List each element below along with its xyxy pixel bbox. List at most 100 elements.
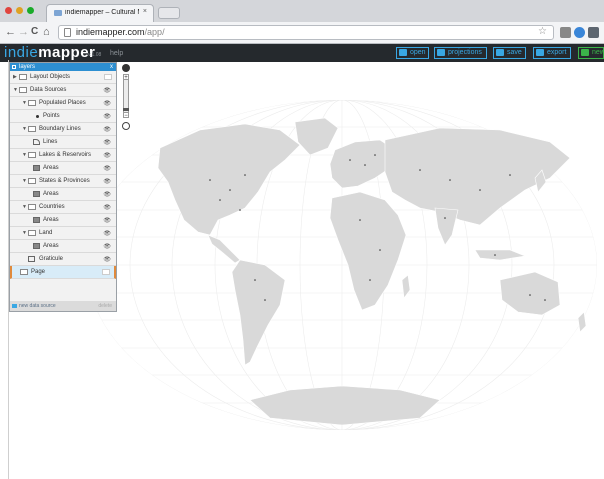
page-icon [64, 28, 71, 37]
new-tab-button[interactable] [158, 7, 180, 19]
visibility-eye-icon[interactable]: 👁 [103, 178, 111, 185]
forward-icon[interactable]: → [18, 26, 29, 38]
folder-icon [19, 74, 27, 80]
visibility-eye-icon[interactable]: 👁 [103, 152, 111, 159]
layer-label: States & Provinces [39, 178, 90, 184]
layer-label: Data Sources [30, 87, 67, 93]
point-icon [36, 115, 39, 118]
page-toggle[interactable] [102, 269, 110, 275]
projections-label: projections [448, 49, 482, 56]
layer-label: Lakes & Reservoirs [39, 152, 92, 158]
visibility-eye-icon[interactable]: 👁 [103, 113, 111, 120]
url-host: indiemapper.com [76, 27, 145, 37]
address-bar[interactable]: indiemapper.com/app/ ☆ [58, 25, 554, 40]
layer-label: Points [43, 113, 60, 119]
extension-icon[interactable] [574, 27, 585, 38]
layer-group-icon [28, 100, 36, 106]
folder-icon [19, 87, 27, 93]
layer-row-countries-areas[interactable]: Areas 👁 [10, 214, 116, 227]
maximize-window-icon[interactable] [27, 7, 34, 14]
visibility-eye-icon[interactable]: 👁 [103, 87, 111, 94]
expand-icon[interactable]: ▶ [13, 74, 17, 80]
antarctica [249, 385, 441, 426]
collapse-icon[interactable]: ▼ [22, 152, 27, 158]
layer-label: Populated Places [39, 100, 86, 106]
wrench-extension-icon[interactable] [560, 27, 571, 38]
save-button[interactable]: save [493, 47, 526, 59]
visibility-eye-icon[interactable]: 👁 [103, 217, 111, 224]
layer-label: Lines [43, 139, 58, 145]
projections-button[interactable]: projections [434, 47, 487, 59]
layer-row-graticule[interactable]: Graticule 👁 [10, 253, 116, 266]
close-window-icon[interactable] [5, 7, 12, 14]
help-link[interactable]: help [110, 50, 123, 57]
collapse-icon[interactable]: ▼ [22, 100, 27, 106]
world-map[interactable] [80, 100, 604, 440]
collapse-icon[interactable]: ▼ [22, 204, 27, 210]
layer-row-layout-objects[interactable]: ▶ Layout Objects [10, 71, 116, 84]
collapse-icon[interactable]: ▼ [22, 126, 27, 132]
layer-group-icon [28, 152, 36, 158]
collapse-icon[interactable]: ▼ [22, 230, 27, 236]
layer-row-data-sources[interactable]: ▼ Data Sources 👁 [10, 84, 116, 97]
zoom-out-button[interactable]: − [123, 112, 129, 119]
delete-layer-button[interactable]: delete [98, 303, 112, 309]
visibility-eye-icon[interactable]: 👁 [103, 100, 111, 107]
export-button[interactable]: export [533, 47, 571, 59]
area-icon [33, 217, 40, 223]
layer-label: Areas [43, 217, 59, 223]
layer-row-lakes-reservoirs[interactable]: ▼ Lakes & Reservoirs 👁 [10, 149, 116, 162]
zoom-to-fit-icon[interactable] [122, 122, 130, 130]
zoom-in-button[interactable]: + [123, 74, 129, 81]
visibility-eye-icon[interactable]: 👁 [103, 191, 111, 198]
layer-row-points[interactable]: Points 👁 [10, 110, 116, 123]
layer-row-countries[interactable]: ▼ Countries 👁 [10, 201, 116, 214]
visibility-eye-icon[interactable]: 👁 [103, 256, 111, 263]
zoom-slider[interactable]: + − [123, 74, 129, 119]
layer-group-icon [28, 230, 36, 236]
layout-objects-toggle[interactable] [104, 74, 112, 80]
layers-close-icon[interactable]: x [110, 63, 113, 71]
visibility-eye-icon[interactable]: 👁 [103, 230, 111, 237]
layer-row-lakes-areas[interactable]: Areas 👁 [10, 162, 116, 175]
collapse-icon[interactable]: ▼ [13, 87, 18, 93]
reload-icon[interactable]: C [31, 26, 38, 38]
new-button[interactable]: new [578, 47, 604, 59]
visibility-eye-icon[interactable]: 👁 [103, 204, 111, 211]
india [434, 207, 459, 246]
layer-row-land[interactable]: ▼ Land 👁 [10, 227, 116, 240]
home-icon[interactable]: ⌂ [43, 26, 50, 38]
zoom-handle[interactable] [123, 108, 129, 111]
layer-row-states-provinces[interactable]: ▼ States & Provinces 👁 [10, 175, 116, 188]
globe-icon[interactable] [122, 64, 130, 72]
logo-mapper: mapper [38, 44, 96, 61]
browser-tab-bar: indiemapper – Cultural Map × [0, 0, 604, 22]
back-icon[interactable]: ← [5, 26, 16, 38]
layer-row-lines[interactable]: Lines 👁 [10, 136, 116, 149]
browser-tab[interactable]: indiemapper – Cultural Map × [46, 4, 154, 22]
madagascar [401, 274, 411, 299]
new-source-icon [12, 304, 17, 308]
layer-row-states-areas[interactable]: Areas 👁 [10, 188, 116, 201]
layer-label: Countries [39, 204, 65, 210]
minimize-window-icon[interactable] [16, 7, 23, 14]
open-button[interactable]: open [396, 47, 429, 59]
layer-row-boundary-lines[interactable]: ▼ Boundary Lines 👁 [10, 123, 116, 136]
extension-2-icon[interactable] [588, 27, 599, 38]
layer-label: Layout Objects [30, 74, 71, 80]
bookmark-star-icon[interactable]: ☆ [538, 26, 547, 37]
visibility-eye-icon[interactable]: 👁 [103, 126, 111, 133]
layer-row-page[interactable]: Page [10, 266, 116, 279]
collapse-icon[interactable]: ▼ [22, 178, 27, 184]
visibility-eye-icon[interactable]: 👁 [103, 165, 111, 172]
folder-icon [399, 49, 407, 56]
layer-row-land-areas[interactable]: Areas 👁 [10, 240, 116, 253]
tab-close-icon[interactable]: × [143, 8, 147, 15]
area-icon [33, 243, 40, 249]
new-data-source-button[interactable]: new data source [19, 303, 56, 309]
visibility-eye-icon[interactable]: 👁 [103, 243, 111, 250]
layer-label: Areas [43, 165, 59, 171]
layer-row-populated-places[interactable]: ▼ Populated Places 👁 [10, 97, 116, 110]
new-label: new [592, 49, 604, 56]
visibility-eye-icon[interactable]: 👁 [103, 139, 111, 146]
